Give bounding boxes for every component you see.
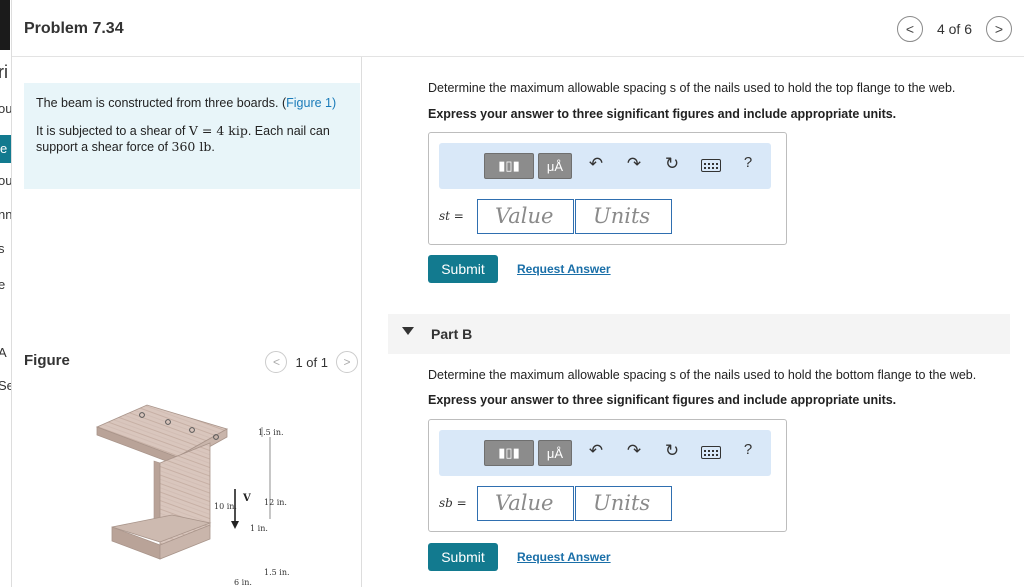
part-b-header[interactable]: Part B (388, 314, 1010, 354)
peek-text: Se (0, 378, 11, 393)
figure-header: Figure < 1 of 1 > (24, 349, 360, 379)
chevron-right-icon: > (343, 355, 351, 369)
help-button[interactable]: ? (737, 154, 759, 171)
figure-pager: < 1 of 1 > (265, 351, 358, 373)
caret-down-icon (402, 327, 414, 335)
part-a-value-input[interactable]: Value (477, 199, 574, 234)
units-symbol-button[interactable]: μÅ (538, 440, 572, 466)
next-figure-button[interactable]: > (336, 351, 358, 373)
part-a-answer-box: ▮▯▮ μÅ ↶ ↷ ↻ ? st = Value Units (428, 132, 787, 245)
template-icon: ▮▯▮ (498, 445, 520, 460)
template-icon: ▮▯▮ (498, 158, 520, 173)
chevron-left-icon: < (272, 355, 280, 369)
equation-toolbar: ▮▯▮ μÅ ↶ ↷ ↻ ? (439, 430, 771, 476)
undo-icon[interactable]: ↶ (585, 441, 607, 461)
problem-header: Problem 7.34 < 4 of 6 > (12, 0, 1024, 57)
part-b-submit-button[interactable]: Submit (428, 543, 498, 571)
part-a-submit-button[interactable]: Submit (428, 255, 498, 283)
template-button[interactable]: ▮▯▮ (484, 153, 534, 179)
problem-pager: < 4 of 6 > (896, 16, 1012, 42)
statement-line-1: The beam is constructed from three board… (36, 96, 337, 110)
peek-text: e (0, 277, 5, 292)
beam-figure: V 1.5 in. 10 in. 12 in. 1 in. 1.5 in. 6 … (95, 404, 290, 587)
statement-line-2: It is subjected to a shear of V = 4 kip.… (36, 123, 330, 154)
peek-text: A (0, 345, 7, 360)
undo-icon[interactable]: ↶ (585, 154, 607, 174)
part-b-units-input[interactable]: Units (575, 486, 672, 521)
equation-toolbar: ▮▯▮ μÅ ↶ ↷ ↻ ? (439, 143, 771, 189)
nail-force-value: 360 lb (171, 139, 212, 154)
peek-dark-bar (0, 0, 10, 50)
prev-problem-button[interactable]: < (896, 16, 923, 42)
answer-panel: Determine the maximum allowable spacing … (388, 57, 1024, 587)
part-b-value-input[interactable]: Value (477, 486, 574, 521)
problem-statement: The beam is constructed from three board… (24, 83, 360, 189)
part-b-instructions: Express your answer to three significant… (428, 393, 897, 407)
dim-web-height: 12 in. (264, 498, 287, 507)
help-button[interactable]: ? (737, 441, 759, 458)
problem-statement-panel: The beam is constructed from three board… (12, 57, 362, 587)
keyboard-icon[interactable] (701, 446, 721, 459)
units-symbol-button[interactable]: μÅ (538, 153, 572, 179)
shear-arrowhead (231, 521, 239, 529)
chevron-right-icon: > (994, 21, 1004, 37)
part-b-title: Part B (431, 326, 473, 342)
peek-text: ou (0, 173, 12, 188)
template-button[interactable]: ▮▯▮ (484, 440, 534, 466)
shear-value: V = 4 kip (188, 123, 248, 138)
part-b-answer-box: ▮▯▮ μÅ ↶ ↷ ↻ ? sb = Value Units (428, 419, 787, 532)
reset-icon[interactable]: ↻ (661, 154, 683, 174)
background-window-strip: ri ou e ou nn s e A Se (0, 0, 12, 587)
peek-text: nn (0, 207, 12, 222)
part-a-question: Determine the maximum allowable spacing … (428, 81, 956, 95)
part-b-question: Determine the maximum allowable spacing … (428, 368, 977, 382)
redo-icon[interactable]: ↷ (623, 154, 645, 174)
part-b-request-answer-link[interactable]: Request Answer (517, 550, 611, 564)
peek-teal-tab: e (0, 135, 11, 163)
part-a-units-input[interactable]: Units (575, 199, 672, 234)
peek-text: ri (0, 62, 8, 82)
problem-page-indicator: 4 of 6 (936, 21, 972, 37)
reset-icon[interactable]: ↻ (661, 441, 683, 461)
dim-flange-width: 10 in. (214, 502, 237, 511)
part-a-variable-label: st = (439, 209, 464, 223)
prev-figure-button[interactable]: < (265, 351, 288, 373)
keyboard-icon[interactable] (701, 159, 721, 172)
part-a-request-answer-link[interactable]: Request Answer (517, 262, 611, 276)
dim-top-flange: 1.5 in. (258, 428, 284, 437)
dim-bottom-width: 6 in. (234, 578, 252, 587)
part-a-instructions: Express your answer to three significant… (428, 107, 897, 121)
peek-text: s (0, 241, 5, 256)
dim-bottom-flange: 1.5 in. (264, 568, 290, 577)
figure-page-indicator: 1 of 1 (295, 354, 328, 370)
chevron-left-icon: < (905, 21, 915, 37)
dim-web-thickness: 1 in. (250, 524, 268, 533)
shear-label: V (242, 493, 251, 504)
part-b-variable-label: sb = (439, 496, 467, 510)
page-title: Problem 7.34 (24, 20, 124, 37)
figure-link[interactable]: Figure 1 (286, 96, 332, 110)
peek-text: ou (0, 101, 12, 116)
next-problem-button[interactable]: > (986, 16, 1012, 42)
figure-label: Figure (24, 352, 70, 369)
redo-icon[interactable]: ↷ (623, 441, 645, 461)
